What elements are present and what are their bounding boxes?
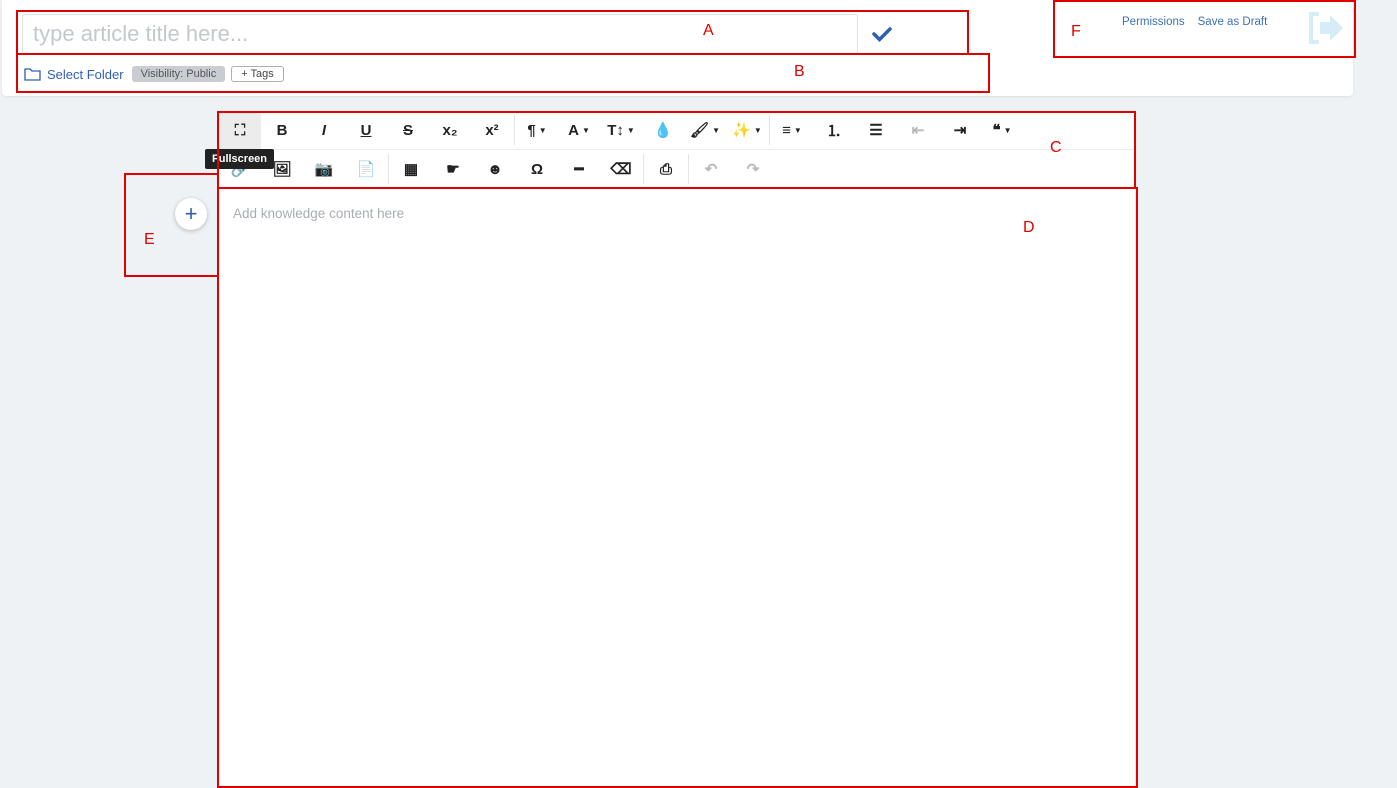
annotation-box-d xyxy=(217,187,1138,788)
annotation-box-c xyxy=(217,111,1136,189)
annotation-label-c: C xyxy=(1050,139,1062,156)
annotation-box-a xyxy=(16,10,969,55)
annotation-label-a: A xyxy=(703,22,714,39)
annotation-label-d: D xyxy=(1023,219,1035,236)
annotation-box-b xyxy=(16,53,990,93)
annotation-box-e xyxy=(124,173,219,277)
annotation-label-b: B xyxy=(794,63,805,80)
annotation-box-f xyxy=(1053,0,1356,58)
annotation-label-f: F xyxy=(1071,23,1081,40)
annotation-label-e: E xyxy=(144,231,155,248)
